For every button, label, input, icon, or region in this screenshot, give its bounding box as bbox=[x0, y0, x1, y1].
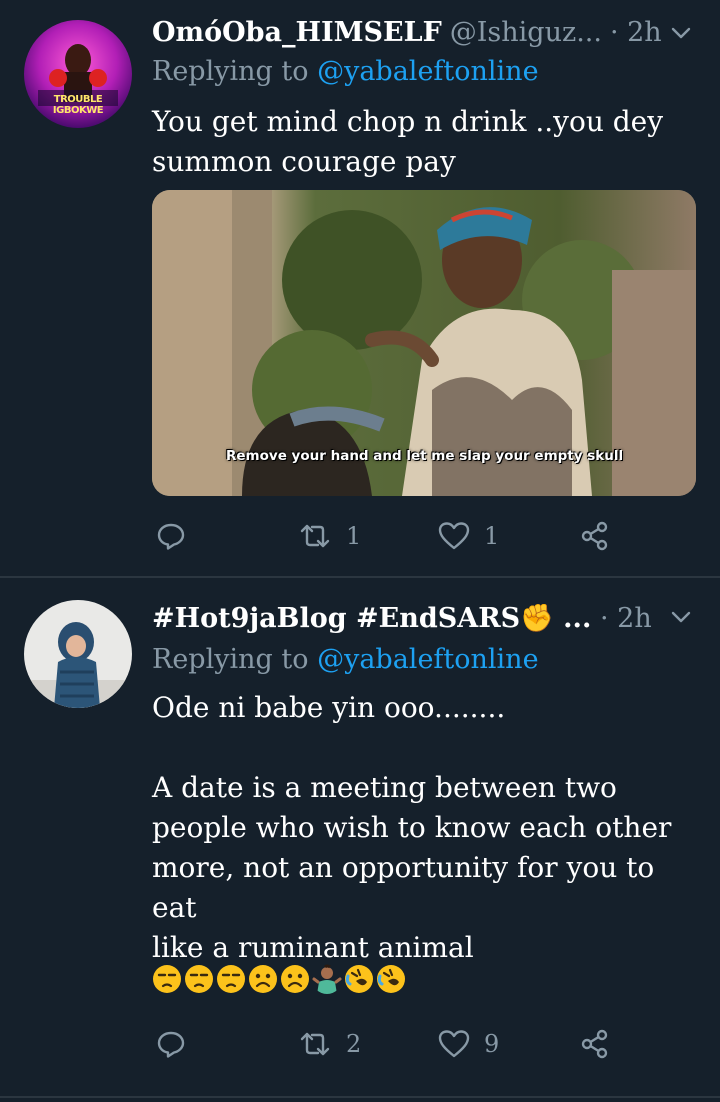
tweet-text-line bbox=[152, 728, 700, 768]
frowning-face-icon bbox=[249, 965, 277, 993]
mention-link[interactable]: @yabaleftonline bbox=[317, 56, 538, 87]
like-count: 9 bbox=[484, 1030, 500, 1058]
retweet-count: 2 bbox=[346, 1030, 362, 1058]
tweet-header: #Hot9jaBlog #EndSARS✊ ... · 2h bbox=[152, 600, 704, 636]
emoji-row bbox=[152, 964, 406, 994]
heart-icon bbox=[438, 1030, 470, 1058]
share-icon bbox=[581, 1029, 608, 1059]
avatar-image bbox=[24, 600, 132, 708]
tweet-media[interactable]: Remove your hand and let me slap your em… bbox=[152, 190, 696, 496]
reply-button[interactable] bbox=[156, 1024, 186, 1064]
tweet[interactable]: TROUBLE IGBOKWE OmóOba_HIMSELF @Ishiguz.… bbox=[0, 0, 720, 578]
rolling-laughing-icon bbox=[345, 965, 373, 993]
tweet-text-line: Ode ni babe yin ooo........ bbox=[152, 691, 506, 724]
tweet-text-line: A date is a meeting between two bbox=[152, 771, 617, 804]
replying-label: Replying to bbox=[152, 56, 309, 87]
heart-icon bbox=[438, 522, 470, 550]
retweet-icon bbox=[300, 1032, 330, 1056]
like-button[interactable]: 1 bbox=[438, 516, 499, 556]
tweet-header: OmóOba_HIMSELF @Ishiguz... · 2h bbox=[152, 14, 704, 50]
share-icon bbox=[581, 521, 608, 551]
retweet-count: 1 bbox=[346, 522, 362, 550]
frowning-face-icon bbox=[281, 965, 309, 993]
person-shrugging-icon bbox=[312, 964, 342, 994]
media-caption: Remove your hand and let me slap your em… bbox=[226, 448, 624, 464]
unamused-face-icon bbox=[185, 965, 213, 993]
replying-to: Replying to @yabaleftonline bbox=[152, 644, 539, 675]
tweet-text: You get mind chop n drink ..you dey summ… bbox=[152, 102, 700, 182]
unamused-face-icon bbox=[153, 965, 181, 993]
tweet-text: Ode ni babe yin ooo........ A date is a … bbox=[152, 688, 700, 968]
share-button[interactable] bbox=[580, 1024, 610, 1064]
tweet-text-line: more, not an opportunity for you to eat bbox=[152, 851, 655, 924]
mention-link[interactable]: @yabaleftonline bbox=[317, 644, 538, 675]
reply-icon bbox=[157, 523, 185, 550]
like-button[interactable]: 9 bbox=[438, 1024, 499, 1064]
tweet-text-line: You get mind chop n drink ..you dey bbox=[152, 105, 664, 138]
tweet-actions: 1 1 bbox=[152, 516, 672, 556]
display-name[interactable]: OmóOba_HIMSELF bbox=[152, 17, 442, 48]
chevron-down-icon[interactable] bbox=[670, 22, 692, 44]
avatar-caption: TROUBLE IGBOKWE bbox=[52, 94, 104, 116]
retweet-button[interactable]: 1 bbox=[298, 516, 361, 556]
tweet-text-line: summon courage pay bbox=[152, 145, 456, 178]
like-count: 1 bbox=[484, 522, 500, 550]
replying-label: Replying to bbox=[152, 644, 309, 675]
tweet-divider bbox=[0, 1096, 720, 1098]
avatar[interactable] bbox=[24, 600, 132, 708]
chevron-down-icon[interactable] bbox=[670, 606, 692, 628]
share-button[interactable] bbox=[580, 516, 610, 556]
reply-button[interactable] bbox=[156, 516, 186, 556]
username[interactable]: @Ishiguz... bbox=[450, 17, 602, 48]
unamused-face-icon bbox=[217, 965, 245, 993]
replying-to: Replying to @yabaleftonline bbox=[152, 56, 539, 87]
timestamp[interactable]: · 2h bbox=[610, 17, 662, 48]
tweet-text-line: people who wish to know each other bbox=[152, 811, 672, 844]
timestamp[interactable]: · 2h bbox=[600, 603, 652, 634]
tweet[interactable]: #Hot9jaBlog #EndSARS✊ ... · 2h Replying … bbox=[0, 578, 720, 1092]
tweet-text-line: like a ruminant animal bbox=[152, 931, 474, 964]
retweet-button[interactable]: 2 bbox=[298, 1024, 361, 1064]
reply-icon bbox=[157, 1031, 185, 1058]
display-name[interactable]: #Hot9jaBlog #EndSARS✊ ... bbox=[152, 602, 591, 634]
tweet-actions: 2 9 bbox=[152, 1024, 672, 1064]
rolling-laughing-icon bbox=[377, 965, 405, 993]
retweet-icon bbox=[300, 524, 330, 548]
